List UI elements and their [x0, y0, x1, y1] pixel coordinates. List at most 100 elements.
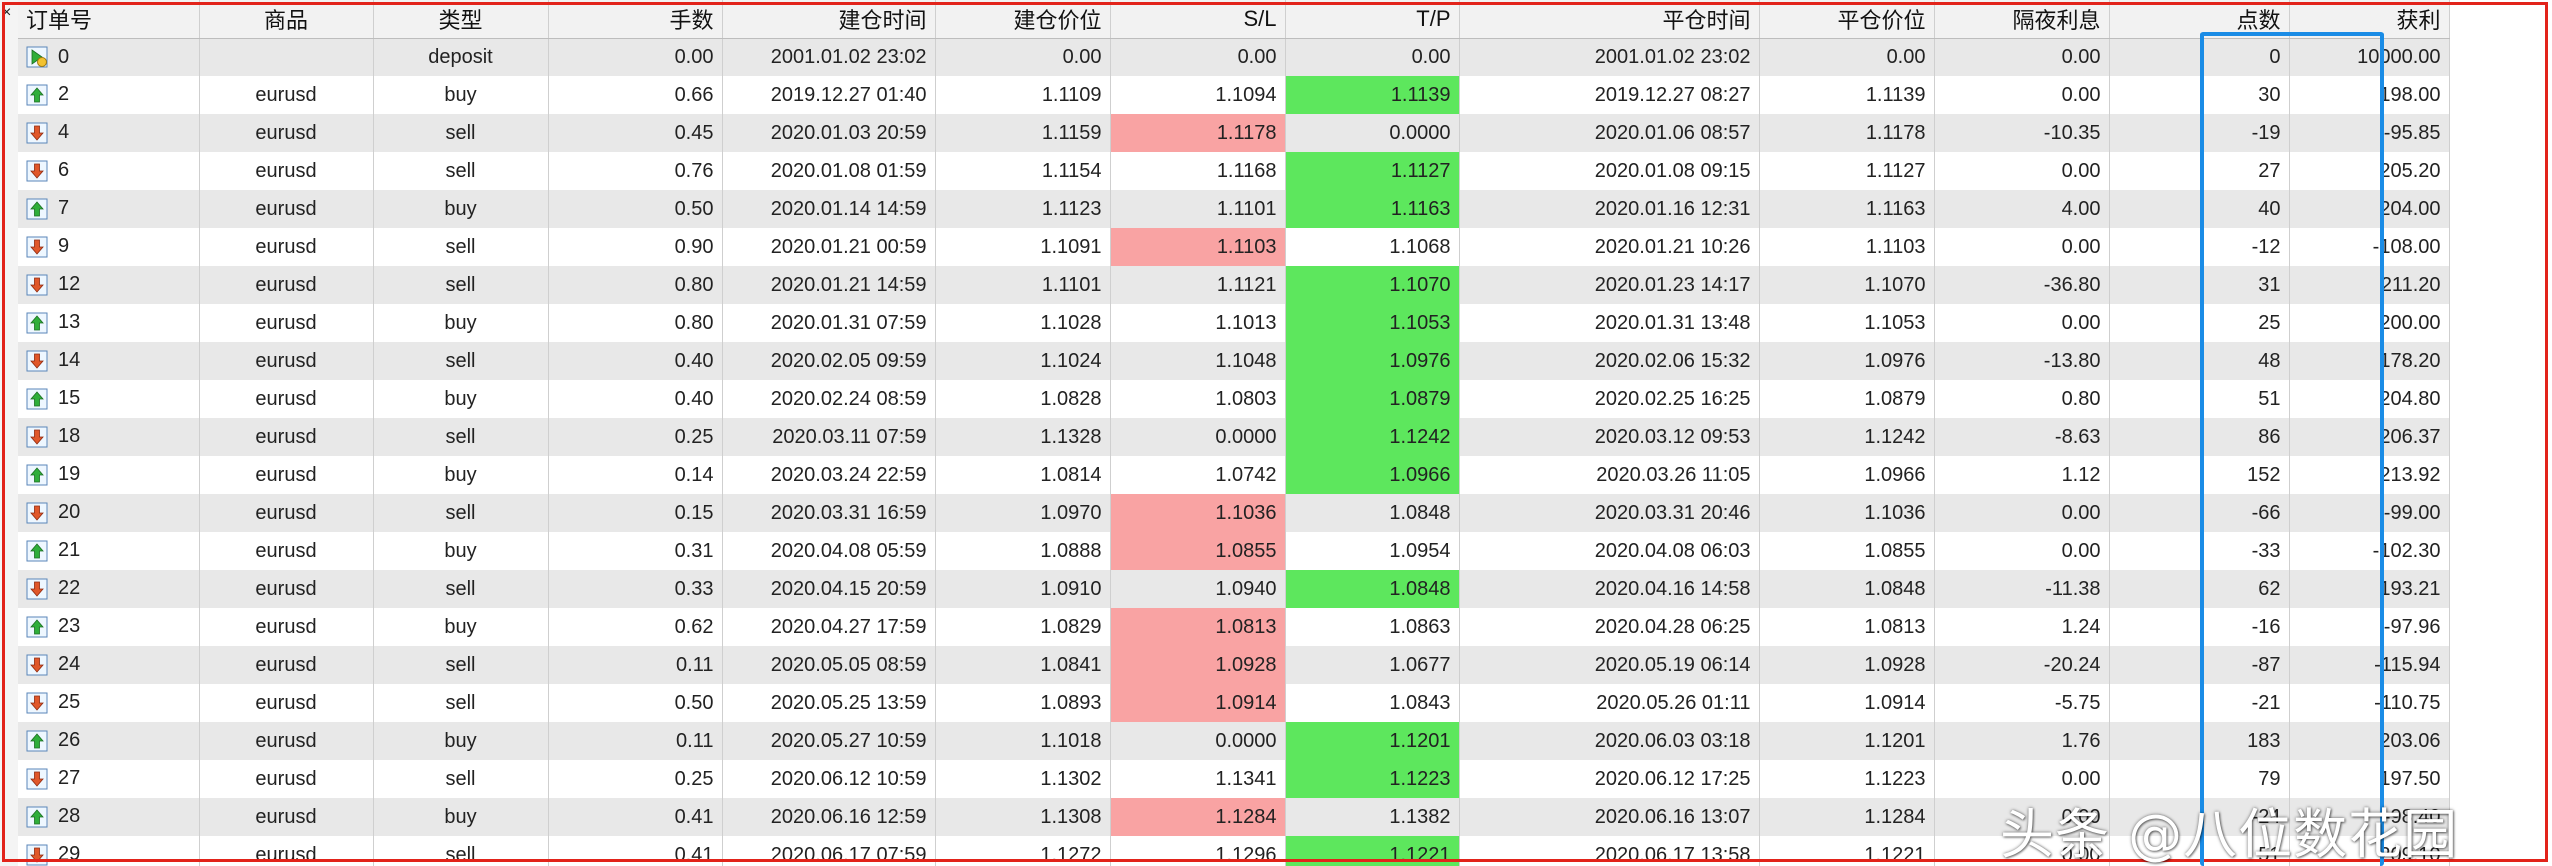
- cell-close-price: 1.1036: [1759, 494, 1935, 532]
- order-id-text: 24: [58, 653, 81, 676]
- cell-close-time: 2020.02.25 16:25: [1459, 380, 1760, 418]
- cell-type: buy: [373, 798, 549, 836]
- cell-open-time: 2020.01.31 07:59: [722, 304, 936, 342]
- cell-close-price: 1.1053: [1759, 304, 1935, 342]
- cell-take-profit: 1.0954: [1285, 532, 1460, 570]
- cell-close-time: 2020.04.16 14:58: [1459, 570, 1760, 608]
- cell-take-profit: 1.1053: [1285, 304, 1460, 342]
- cell-swap: -13.80: [1934, 342, 2110, 380]
- buy-icon: [26, 198, 48, 220]
- table-row[interactable]: 26 eurusd buy 0.11 2020.05.27 10:59 1.1018 0.0…: [18, 722, 2450, 760]
- column-header-points[interactable]: 点数: [2109, 0, 2290, 39]
- cell-open-price: 1.0829: [935, 608, 1111, 646]
- order-id-text: 15: [58, 387, 81, 410]
- cell-type: sell: [373, 266, 549, 304]
- cell-swap: 1.76: [1934, 722, 2110, 760]
- cell-order-id: 12: [18, 266, 200, 304]
- table-row[interactable]: 15 eurusd buy 0.40 2020.02.24 08:59 1.0828 1.0…: [18, 380, 2450, 418]
- cell-lots: 0.40: [548, 380, 723, 418]
- cell-swap: 4.00: [1934, 190, 2110, 228]
- table-row[interactable]: 18 eurusd sell 0.25 2020.03.11 07:59 1.1328 0.…: [18, 418, 2450, 456]
- cell-stop-loss: 1.0742: [1110, 456, 1286, 494]
- cell-profit: -95.85: [2289, 114, 2450, 152]
- cell-points: 31: [2109, 266, 2290, 304]
- cell-order-id: 29: [18, 836, 200, 866]
- cell-take-profit: 1.1070: [1285, 266, 1460, 304]
- cell-symbol: eurusd: [199, 836, 374, 866]
- buy-icon: [26, 540, 48, 562]
- cell-open-time: 2020.01.21 00:59: [722, 228, 936, 266]
- column-header-swap[interactable]: 隔夜利息: [1934, 0, 2110, 39]
- cell-type: sell: [373, 646, 549, 684]
- buy-icon: [26, 806, 48, 828]
- table-row[interactable]: 21 eurusd buy 0.31 2020.04.08 05:59 1.0888 1.0…: [18, 532, 2450, 570]
- cell-close-price: 1.1127: [1759, 152, 1935, 190]
- table-row[interactable]: 2 eurusd buy 0.66 2019.12.27 01:40 1.1109 1.10…: [18, 76, 2450, 114]
- cell-close-time: 2020.02.06 15:32: [1459, 342, 1760, 380]
- table-row[interactable]: 14 eurusd sell 0.40 2020.02.05 09:59 1.1024 1.…: [18, 342, 2450, 380]
- cell-close-price: 1.0879: [1759, 380, 1935, 418]
- table-row[interactable]: 0 deposit 0.00 2001.01.02 23:02 0.00 0.00 0.00…: [18, 38, 2450, 76]
- cell-swap: 0.00: [1934, 76, 2110, 114]
- cell-open-time: 2020.03.31 16:59: [722, 494, 936, 532]
- table-row[interactable]: 7 eurusd buy 0.50 2020.01.14 14:59 1.1123 1.11…: [18, 190, 2450, 228]
- table-row[interactable]: 22 eurusd sell 0.33 2020.04.15 20:59 1.0910 1.…: [18, 570, 2450, 608]
- column-header-lots[interactable]: 手数: [548, 0, 723, 39]
- table-row[interactable]: 13 eurusd buy 0.80 2020.01.31 07:59 1.1028 1.1…: [18, 304, 2450, 342]
- table-row[interactable]: 23 eurusd buy 0.62 2020.04.27 17:59 1.0829 1.0…: [18, 608, 2450, 646]
- cell-close-time: 2020.05.19 06:14: [1459, 646, 1760, 684]
- cell-close-time: 2020.05.26 01:11: [1459, 684, 1760, 722]
- column-header-stop-loss[interactable]: S/L: [1110, 0, 1286, 39]
- table-row[interactable]: 4 eurusd sell 0.45 2020.01.03 20:59 1.1159 1.1…: [18, 114, 2450, 152]
- cell-lots: 0.15: [548, 494, 723, 532]
- table-row[interactable]: 9 eurusd sell 0.90 2020.01.21 00:59 1.1091 1.1…: [18, 228, 2450, 266]
- cell-type: buy: [373, 532, 549, 570]
- cell-open-price: 1.0814: [935, 456, 1111, 494]
- cell-lots: 0.62: [548, 608, 723, 646]
- cell-stop-loss: 0.0000: [1110, 418, 1286, 456]
- table-row[interactable]: 24 eurusd sell 0.11 2020.05.05 08:59 1.0841 1.…: [18, 646, 2450, 684]
- cell-open-time: 2020.04.08 05:59: [722, 532, 936, 570]
- cell-open-time: 2020.05.25 13:59: [722, 684, 936, 722]
- cell-swap: 0.00: [1934, 228, 2110, 266]
- table-row[interactable]: 6 eurusd sell 0.76 2020.01.08 01:59 1.1154 1.1…: [18, 152, 2450, 190]
- cell-open-time: 2020.05.27 10:59: [722, 722, 936, 760]
- cell-open-time: 2020.06.12 10:59: [722, 760, 936, 798]
- column-header-open-price[interactable]: 建仓价位: [935, 0, 1111, 39]
- column-header-symbol[interactable]: 商品: [199, 0, 374, 39]
- cell-swap: -11.38: [1934, 570, 2110, 608]
- cell-lots: 0.25: [548, 760, 723, 798]
- column-header-profit[interactable]: 获利: [2289, 0, 2450, 39]
- cell-open-time: 2020.05.05 08:59: [722, 646, 936, 684]
- cell-open-price: 1.1091: [935, 228, 1111, 266]
- sell-icon: [26, 654, 48, 676]
- column-header-type[interactable]: 类型: [373, 0, 549, 39]
- column-header-close-price[interactable]: 平仓价位: [1759, 0, 1935, 39]
- cell-close-price: 1.1221: [1759, 836, 1935, 866]
- cell-points: -16: [2109, 608, 2290, 646]
- order-id-text: 6: [58, 159, 70, 182]
- table-row[interactable]: 12 eurusd sell 0.80 2020.01.21 14:59 1.1101 1.…: [18, 266, 2450, 304]
- sell-icon: [26, 768, 48, 790]
- column-header-order-id[interactable]: 订单号: [18, 0, 200, 39]
- table-row[interactable]: 19 eurusd buy 0.14 2020.03.24 22:59 1.0814 1.0…: [18, 456, 2450, 494]
- cell-type: buy: [373, 722, 549, 760]
- sell-icon: [26, 578, 48, 600]
- close-icon[interactable]: ×: [2, 4, 11, 22]
- cell-type: deposit: [373, 38, 549, 76]
- order-id-text: 2: [58, 83, 70, 106]
- cell-open-price: 1.1308: [935, 798, 1111, 836]
- table-row[interactable]: 25 eurusd sell 0.50 2020.05.25 13:59 1.0893 1.…: [18, 684, 2450, 722]
- cell-open-time: 2020.01.21 14:59: [722, 266, 936, 304]
- table-row[interactable]: 20 eurusd sell 0.15 2020.03.31 16:59 1.0970 1.…: [18, 494, 2450, 532]
- cell-profit: -110.75: [2289, 684, 2450, 722]
- column-header-open-time[interactable]: 建仓时间: [722, 0, 936, 39]
- cell-points: -33: [2109, 532, 2290, 570]
- column-header-close-time[interactable]: 平仓时间: [1459, 0, 1760, 39]
- cell-order-id: 9: [18, 228, 200, 266]
- cell-open-price: 1.1109: [935, 76, 1111, 114]
- order-id-text: 4: [58, 121, 70, 144]
- cell-symbol: eurusd: [199, 532, 374, 570]
- column-header-take-profit[interactable]: T/P: [1285, 0, 1460, 39]
- cell-take-profit: 1.0863: [1285, 608, 1460, 646]
